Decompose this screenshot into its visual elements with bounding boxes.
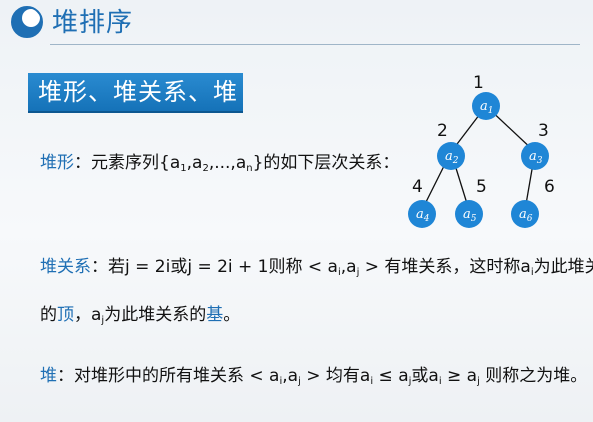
section-heading: 堆形、堆关系、堆 (38, 78, 238, 106)
node-number: 2 (437, 121, 448, 141)
definition-heap-shape: 堆形：元素序列{a1,a2,...,an}的如下层次关系： (40, 153, 400, 174)
heap-tree-diagram: 1 2 3 4 5 6 a1 a2 a3 a4 a5 a6 (408, 73, 555, 228)
term-heap: 堆 (40, 366, 57, 386)
section-heading-bar: 堆形、堆关系、堆 (28, 73, 243, 111)
definition-heap-relation-cont: 的顶，aj为此堆关系的基。 (40, 305, 241, 326)
definition-heap: 堆：对堆形中的所有堆关系 < ai,aj > 均有ai ≤ aj或ai ≥ aj… (40, 366, 588, 387)
term-heap-shape: 堆形 (40, 153, 74, 173)
term-base: 基 (206, 305, 224, 325)
node-number: 6 (544, 177, 555, 197)
page-title: 堆排序 (52, 8, 134, 38)
node-number: 5 (476, 177, 487, 197)
title-divider (50, 44, 580, 45)
term-heap-relation: 堆关系 (40, 257, 91, 277)
node-number: 3 (538, 121, 549, 141)
term-top: 顶 (57, 305, 74, 325)
node-number: 1 (473, 73, 484, 93)
definition-heap-relation: 堆关系：若j = 2i或j = 2i + 1则称 < ai,aj > 有堆关系，… (40, 257, 593, 278)
logo-icon (11, 6, 43, 38)
node-number: 4 (412, 177, 423, 197)
